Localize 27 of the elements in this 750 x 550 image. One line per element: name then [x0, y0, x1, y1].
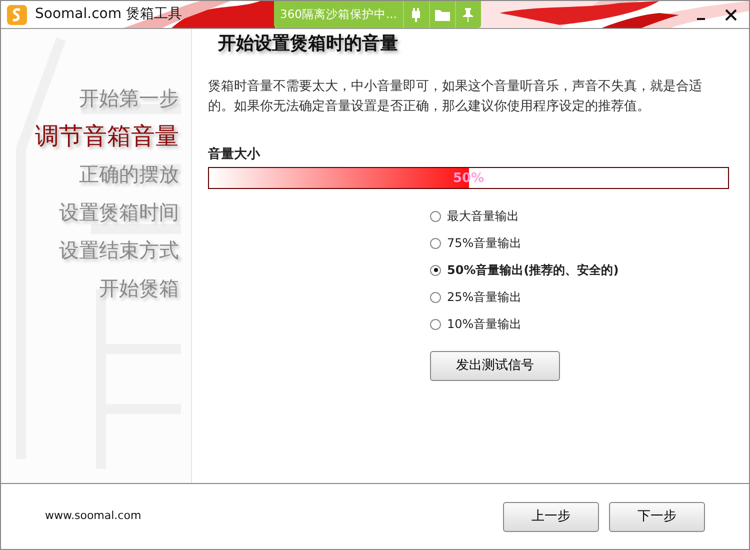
volume-option[interactable]: 10%音量输出 [430, 315, 729, 334]
folder-icon[interactable] [434, 8, 450, 20]
radio-button[interactable] [430, 238, 441, 249]
back-button[interactable]: 上一步 [503, 502, 599, 532]
step-item[interactable]: 调节音箱音量 [35, 117, 179, 155]
test-signal-button[interactable]: 发出测试信号 [430, 351, 560, 382]
minimize-icon [697, 18, 705, 20]
website-link[interactable]: www.soomal.com [45, 508, 142, 525]
radio-button[interactable] [430, 318, 441, 330]
app-logo-icon [7, 4, 27, 24]
radio-button[interactable] [430, 292, 441, 303]
volume-reading: 50% [452, 170, 484, 188]
volume-option[interactable]: 50%音量输出(推荐的、安全的) [430, 261, 729, 280]
close-icon [725, 8, 737, 20]
pin-icon[interactable] [462, 8, 474, 22]
volume-label: 音量大小 [208, 146, 262, 164]
window-title: Soomal.com 煲箱工具 [35, 5, 182, 24]
plug-icon[interactable] [410, 8, 422, 22]
next-button[interactable]: 下一步 [609, 502, 705, 532]
page-heading: 开始设置煲箱时的音量 [218, 33, 399, 55]
radio-button[interactable] [430, 264, 441, 276]
radio-button[interactable] [430, 210, 441, 222]
description-text: 煲箱时音量不需要太大，中小音量即可，如果这个音量听音乐，声音不失真，就是合适的。如果你无法确定音量设置是否正确，那么建议你使用程序设定的推荐值。 [208, 78, 703, 116]
volume-option[interactable]: 75%音量输出 [430, 234, 729, 252]
volume-option[interactable]: 最大音量输出 [430, 207, 729, 226]
volume-option[interactable]: 25%音量输出 [430, 288, 729, 306]
sandbox-status: 360隔离沙箱保护中... [279, 6, 398, 23]
